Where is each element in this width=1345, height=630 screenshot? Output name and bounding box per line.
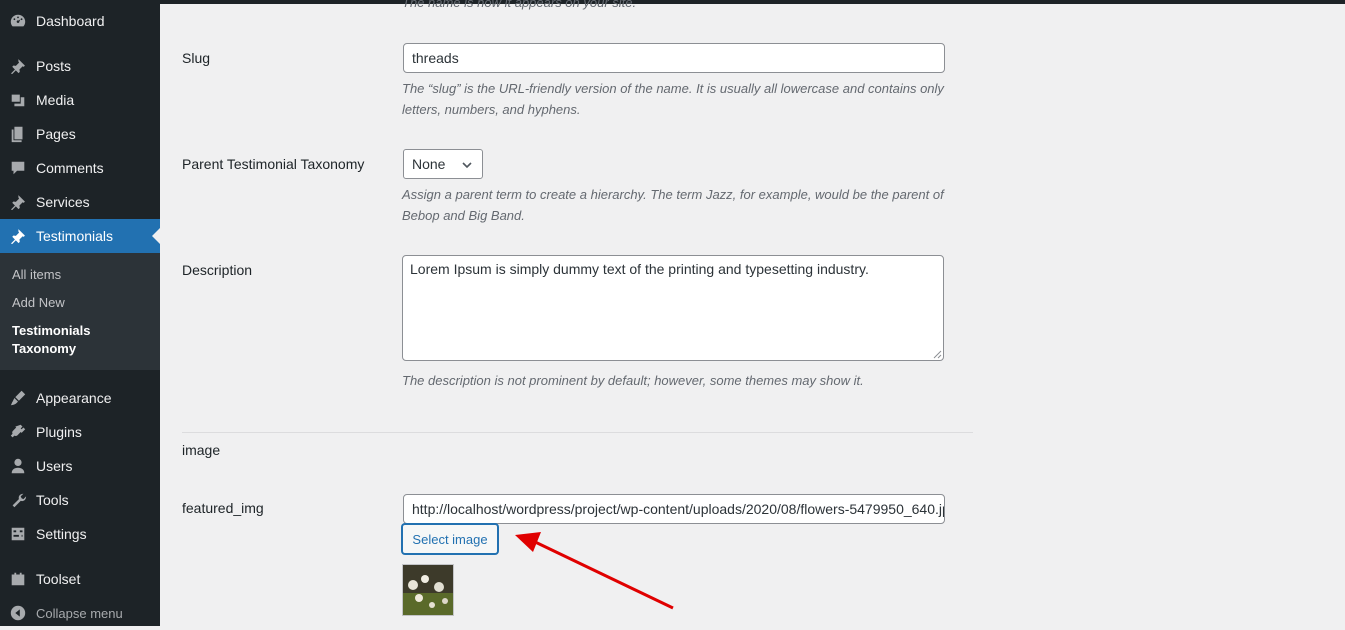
- comment-icon: [8, 158, 28, 178]
- resize-grip-icon[interactable]: [933, 350, 942, 359]
- pages-icon: [8, 124, 28, 144]
- collapse-menu-button[interactable]: Collapse menu: [0, 596, 160, 630]
- menu-label: Tools: [36, 492, 69, 508]
- menu-item-users[interactable]: Users: [0, 449, 160, 483]
- parent-select[interactable]: None: [403, 149, 483, 179]
- brush-icon: [8, 388, 28, 408]
- menu-label: Media: [36, 92, 75, 108]
- user-icon: [8, 456, 28, 476]
- description-text: Lorem Ipsum is simply dummy text of the …: [410, 261, 869, 277]
- wrench-icon: [8, 490, 28, 510]
- menu-label: Appearance: [36, 390, 112, 406]
- menu-item-tools[interactable]: Tools: [0, 483, 160, 517]
- menu-label: Testimonials: [36, 228, 114, 244]
- menu-label: Services: [36, 194, 90, 210]
- pin-icon: [8, 56, 28, 76]
- toolset-icon: [8, 569, 28, 589]
- pin-icon: [8, 192, 28, 212]
- dashboard-icon: [8, 11, 28, 31]
- menu-label: Plugins: [36, 424, 82, 440]
- collapse-icon: [8, 603, 28, 623]
- admin-menu: Dashboard Posts Media Pages Comments Ser…: [0, 0, 160, 626]
- menu-label: Collapse menu: [36, 605, 123, 621]
- plugin-icon: [8, 422, 28, 442]
- menu-label: Settings: [36, 526, 87, 542]
- parent-description: Assign a parent term to create a hierarc…: [402, 187, 944, 223]
- menu-label: Dashboard: [36, 13, 105, 29]
- media-icon: [8, 90, 28, 110]
- menu-item-plugins[interactable]: Plugins: [0, 415, 160, 449]
- submenu-item-all-items[interactable]: All items: [12, 267, 61, 282]
- menu-label: Posts: [36, 58, 72, 74]
- menu-item-media[interactable]: Media: [0, 83, 160, 117]
- menu-item-services[interactable]: Services: [0, 185, 160, 219]
- slug-description: The “slug” is the URL-friendly version o…: [402, 81, 944, 117]
- settings-icon: [8, 524, 28, 544]
- parent-select-value: None: [412, 156, 446, 172]
- menu-item-toolset[interactable]: Toolset: [0, 562, 160, 596]
- section-divider: [182, 432, 973, 433]
- select-image-button[interactable]: Select image: [402, 524, 498, 554]
- top-strip: [160, 0, 1345, 4]
- image-section-heading: image: [182, 442, 221, 458]
- annotation-arrow: [515, 532, 674, 610]
- submenu-item-add-new[interactable]: Add New: [12, 295, 65, 310]
- featured-image-thumbnail: [402, 564, 454, 616]
- menu-label: Pages: [36, 126, 76, 142]
- menu-item-posts[interactable]: Posts: [0, 49, 160, 83]
- chevron-down-icon: [462, 162, 472, 169]
- slug-label: Slug: [182, 50, 211, 66]
- description-textarea[interactable]: Lorem Ipsum is simply dummy text of the …: [402, 255, 944, 361]
- menu-item-comments[interactable]: Comments: [0, 151, 160, 185]
- menu-label: Toolset: [36, 571, 81, 587]
- menu-item-pages[interactable]: Pages: [0, 117, 160, 151]
- menu-label: Comments: [36, 160, 104, 176]
- menu-item-dashboard[interactable]: Dashboard: [0, 4, 160, 38]
- name-description: The name is how it appears on your site.: [402, 0, 637, 10]
- menu-item-settings[interactable]: Settings: [0, 517, 160, 551]
- menu-item-appearance[interactable]: Appearance: [0, 381, 160, 415]
- pin-icon: [8, 226, 28, 246]
- menu-item-testimonials[interactable]: Testimonials: [0, 219, 160, 253]
- parent-label: Parent Testimonial Taxonomy: [182, 156, 365, 172]
- featured-img-label: featured_img: [182, 500, 264, 516]
- featured-img-input[interactable]: http://localhost/wordpress/project/wp-co…: [403, 494, 945, 524]
- submenu-item-testimonials-taxonomy[interactable]: Testimonials Taxonomy: [12, 322, 132, 358]
- testimonials-submenu: All items Add New Testimonials Taxonomy: [0, 253, 160, 370]
- description-help: The description is not prominent by defa…: [402, 373, 864, 388]
- description-label: Description: [182, 262, 253, 278]
- menu-label: Users: [36, 458, 73, 474]
- slug-input[interactable]: threads: [403, 43, 945, 73]
